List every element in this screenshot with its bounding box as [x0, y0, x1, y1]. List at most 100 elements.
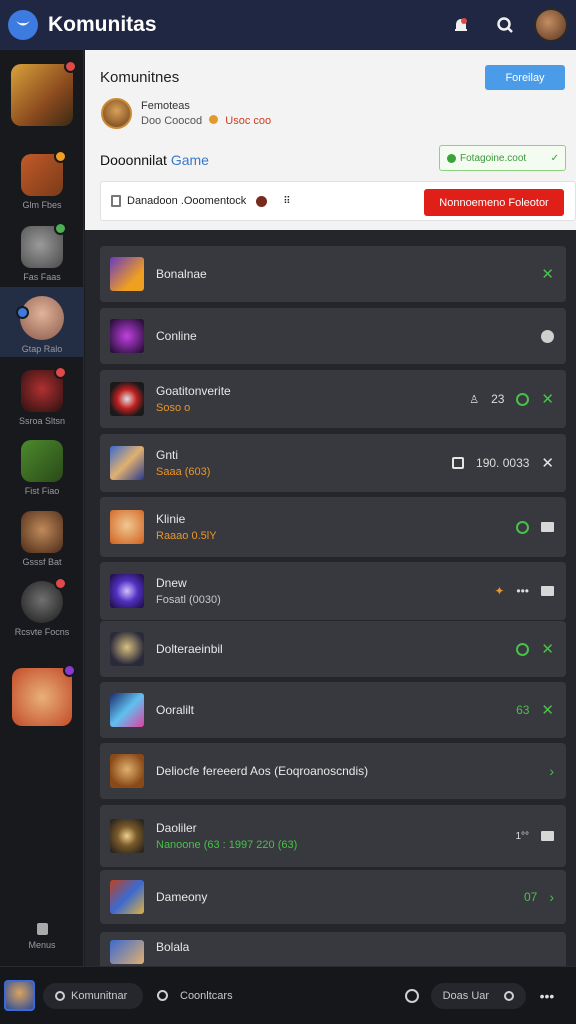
- app-title: Komunitas: [48, 13, 157, 36]
- sidebar-item-community-2[interactable]: Glm Fbes: [0, 150, 84, 210]
- game-name: Deliocfe fereeerd Aos (Eoqroanoscndis): [156, 764, 369, 778]
- section-title-prefix: Dooonnilat: [100, 152, 167, 168]
- panel-title: Komunitnes: [100, 69, 180, 86]
- sidebar-footer[interactable]: Menus: [0, 922, 84, 950]
- game-name: Ooralilt: [156, 703, 195, 717]
- invite-text: Danadoon .Ooomentock: [127, 195, 247, 207]
- mail-icon[interactable]: [541, 586, 554, 596]
- status-text: Fotagoine.coot: [460, 152, 527, 164]
- mail-icon[interactable]: [541, 522, 554, 532]
- game-name: Bolala: [156, 940, 190, 954]
- mail-icon[interactable]: [541, 831, 554, 841]
- game-meta: Nanoone (63 : 1997 220 (63): [156, 839, 298, 851]
- game-row[interactable]: Deliocfe fereeerd Aos (Eoqroanoscndis) ›: [100, 743, 566, 799]
- coin-icon: [209, 115, 219, 124]
- game-row[interactable]: Dnew Fosatl (0030) ✦ •••: [100, 562, 566, 620]
- notification-badge: [63, 664, 76, 677]
- game-icon: [110, 819, 144, 853]
- community-tab[interactable]: Komunitnar: [43, 982, 143, 1009]
- sidebar-item-community-8[interactable]: Rcsvte Focns: [0, 577, 84, 637]
- user-avatar[interactable]: [534, 8, 568, 42]
- game-row[interactable]: Ooralilt 63 ✕: [100, 682, 566, 738]
- sidebar-item-label: Rcsvte Focns: [14, 627, 70, 637]
- game-icon: [110, 319, 144, 353]
- sidebar-item-community-1[interactable]: [0, 60, 84, 126]
- game-meta: Soso o: [156, 402, 191, 414]
- game-row[interactable]: Bolala: [100, 932, 566, 966]
- sidebar-item-community-5[interactable]: Ssroa Sltsn: [0, 366, 84, 426]
- game-row[interactable]: Gnti Saaa (603) 190. 0033 ✕: [100, 434, 566, 492]
- player-icon: ♙: [469, 393, 480, 406]
- avatar-dot-icon: [256, 195, 268, 207]
- community-thumb: [21, 511, 63, 553]
- sidebar-item-label: Gsssf Bat: [22, 557, 62, 567]
- community-thumb: [21, 577, 67, 623]
- status-ring-icon: [503, 990, 514, 1001]
- sidebar-item-community-6[interactable]: Fist Fiao: [0, 440, 84, 496]
- community-thumb: [21, 440, 63, 482]
- chevron-right-icon[interactable]: ›: [549, 889, 554, 905]
- app-logo-icon[interactable]: [8, 10, 38, 40]
- game-row[interactable]: Goatitonverite Soso o ♙ 23 ✕: [100, 370, 566, 428]
- game-meta: Fosatl (0030): [156, 594, 221, 606]
- community-icon: [55, 990, 65, 1001]
- owner-sub-prefix: Doo Coocod: [141, 115, 203, 127]
- user-status-pill[interactable]: Doas Uar: [430, 982, 526, 1009]
- star-icon: ✦: [494, 584, 505, 598]
- more-icon[interactable]: ⠿: [283, 196, 290, 207]
- sidebar-item-community-4[interactable]: Gtap Ralo: [0, 287, 84, 357]
- close-icon[interactable]: ✕: [541, 265, 554, 283]
- status-dot-icon: [447, 153, 456, 163]
- sidebar-item-community-9[interactable]: [0, 664, 84, 726]
- close-icon[interactable]: ✕: [541, 640, 554, 658]
- online-icon[interactable]: [516, 392, 530, 406]
- close-icon[interactable]: ✕: [541, 701, 554, 719]
- sidebar-item-label: Glm Fbes: [22, 200, 62, 210]
- game-row[interactable]: Klinie Raaao 0.5lY: [100, 497, 566, 557]
- user-status-label: Doas Uar: [442, 989, 490, 1002]
- game-name: Dolteraeinbil: [156, 642, 223, 656]
- game-name: Conline: [156, 329, 197, 343]
- status-pill[interactable]: Fotagoine.coot ✓: [439, 145, 566, 171]
- community-thumb: [21, 222, 67, 268]
- online-icon[interactable]: [516, 642, 530, 656]
- more-options-icon[interactable]: •••: [540, 988, 555, 1004]
- more-dots[interactable]: •••: [516, 584, 529, 598]
- notification-bell-icon[interactable]: [446, 10, 476, 40]
- game-row[interactable]: Dolteraeinbil ✕: [100, 621, 566, 677]
- search-icon: [157, 990, 168, 1001]
- connections-label: Coonltcars: [180, 989, 233, 1002]
- notification-badge: [16, 306, 29, 319]
- game-row[interactable]: Daoliler Nanoone (63 : 1997 220 (63) 1°°: [100, 805, 566, 867]
- game-icon: [110, 880, 144, 914]
- bottom-bar: Komunitnar Coonltcars Doas Uar •••: [0, 966, 576, 1024]
- game-meta: Raaao 0.5lY: [156, 530, 217, 542]
- game-stat: 1°°: [515, 830, 529, 842]
- profile-avatar[interactable]: [4, 980, 35, 1011]
- notification-badge: [64, 60, 77, 73]
- connections-tab[interactable]: Coonltcars: [157, 990, 233, 1002]
- game-row[interactable]: Dameony 07 ›: [100, 870, 566, 924]
- game-icon: [110, 632, 144, 666]
- community-thumb: [12, 664, 76, 726]
- close-icon[interactable]: ✕: [541, 390, 554, 408]
- sidebar-item-community-7[interactable]: Gsssf Bat: [0, 511, 84, 567]
- report-button[interactable]: Nonnoemeno Foleotor: [424, 189, 564, 216]
- sidebar-item-community-3[interactable]: Fas Faas: [0, 222, 84, 282]
- game-row[interactable]: Bonalnae ✕: [100, 246, 566, 302]
- window-icon[interactable]: [452, 457, 465, 469]
- section-title: Dooonnilat Game: [100, 152, 209, 168]
- settings-icon[interactable]: [404, 988, 419, 1003]
- close-icon[interactable]: ✕: [541, 454, 554, 472]
- chevron-right-icon[interactable]: ›: [549, 763, 554, 779]
- status-icon[interactable]: [541, 329, 554, 343]
- owner-avatar[interactable]: [101, 98, 132, 129]
- game-name: Bonalnae: [156, 267, 207, 281]
- online-icon[interactable]: [516, 520, 529, 534]
- game-meta: Saaa (603): [156, 466, 211, 478]
- panel-action-button[interactable]: Foreilay: [485, 65, 565, 90]
- sidebar-footer-label: Menus: [28, 940, 56, 950]
- game-row[interactable]: Conline: [100, 308, 566, 364]
- search-icon[interactable]: [490, 10, 520, 40]
- community-tab-label: Komunitnar: [71, 989, 128, 1002]
